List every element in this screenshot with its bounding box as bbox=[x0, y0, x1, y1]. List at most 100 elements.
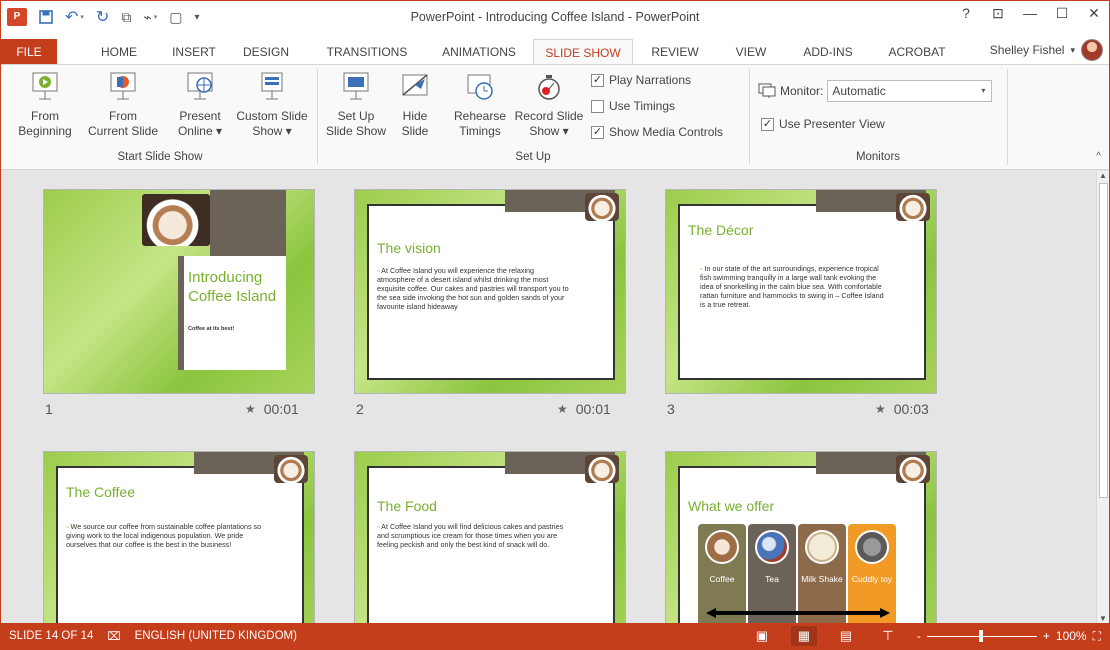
tab-acrobat[interactable]: ACROBAT bbox=[879, 39, 955, 65]
slide-thumbnail-2[interactable]: The vision ▫ At Coffee Island you will e… bbox=[354, 189, 626, 394]
present-online-icon bbox=[187, 72, 213, 100]
touch-mode-button[interactable]: ⌁ ▾ bbox=[143, 9, 157, 26]
new-button[interactable]: ▢ bbox=[169, 9, 182, 26]
present-from-start-button[interactable]: ⧉ bbox=[121, 9, 131, 26]
tab-add-ins[interactable]: ADD-INS bbox=[795, 39, 861, 65]
custom-show-label-2: Show ▾ bbox=[252, 124, 292, 138]
help-button[interactable]: ? bbox=[957, 5, 975, 22]
zoom-in-button[interactable]: + bbox=[1043, 629, 1050, 643]
customize-qat-button[interactable]: ▾ bbox=[195, 12, 200, 23]
use-presenter-view-checkbox[interactable]: ✓ Use Presenter View bbox=[761, 117, 885, 131]
new-document-icon: ▢ bbox=[169, 8, 183, 25]
hide-slide-icon bbox=[402, 74, 428, 96]
slide-2-title: The vision bbox=[377, 240, 441, 256]
zoom-level[interactable]: 100% bbox=[1056, 629, 1087, 643]
cuddly-toy-image bbox=[855, 530, 889, 564]
rehearse-timings-icon bbox=[467, 74, 493, 100]
from-current-label-1: From bbox=[109, 109, 137, 123]
scroll-up-icon[interactable]: ▲ bbox=[1099, 171, 1107, 180]
slide-number: 1 bbox=[45, 401, 53, 417]
use-presenter-view-label: Use Presenter View bbox=[779, 117, 885, 131]
user-account[interactable]: Shelley Fishel ▾ bbox=[990, 39, 1103, 61]
monitor-row: Monitor: Automatic ▾ bbox=[758, 80, 993, 102]
vertical-scrollbar[interactable]: ▲ ▼ bbox=[1096, 171, 1109, 623]
normal-view-button[interactable]: ▣ bbox=[749, 626, 775, 646]
tab-view[interactable]: VIEW bbox=[729, 39, 773, 65]
maximize-button[interactable]: ☐ bbox=[1053, 5, 1071, 22]
monitor-select[interactable]: Automatic ▾ bbox=[827, 80, 993, 102]
from-current-slide-button[interactable]: From Current Slide bbox=[83, 71, 163, 139]
tab-insert[interactable]: INSERT bbox=[161, 39, 227, 65]
zoom-slider-thumb[interactable] bbox=[978, 629, 983, 642]
set-up-label-1: Set Up bbox=[337, 109, 375, 123]
record-label-2: Show ▾ bbox=[529, 124, 569, 138]
avatar bbox=[1081, 39, 1103, 61]
scrollbar-thumb[interactable] bbox=[1099, 183, 1108, 498]
slide-thumbnail-5[interactable]: The Food ▫ At Coffee Island you will fin… bbox=[354, 451, 626, 623]
slide-5-body-text: At Coffee Island you will find delicious… bbox=[377, 522, 564, 549]
fit-to-window-icon[interactable]: ⛶ bbox=[1093, 629, 1101, 644]
title-bar: P ↶ ▾ ↻ ⧉ ⌁ ▾ ▢ ▾ PowerPoint - Introducing… bbox=[1, 1, 1109, 35]
coffee-cup-image bbox=[896, 193, 930, 221]
slide-thumbnail-1[interactable]: Introducing Coffee Island Coffee at its … bbox=[43, 189, 315, 394]
close-button[interactable]: ✕ bbox=[1085, 5, 1103, 22]
record-slide-show-button[interactable]: Record Slide Show ▾ bbox=[511, 71, 587, 139]
reading-view-button[interactable]: ▤ bbox=[833, 626, 859, 646]
slide-show-view-button[interactable]: ⊤ bbox=[875, 626, 901, 646]
slide-thumbnail-6[interactable]: What we offer Coffee Tea Milk Shake Cudd… bbox=[665, 451, 937, 623]
from-beginning-button[interactable]: From Beginning bbox=[7, 71, 83, 139]
ribbon: From Beginning From Current Slide Presen… bbox=[1, 64, 1109, 170]
show-media-controls-checkbox[interactable]: ✓ Show Media Controls bbox=[591, 125, 723, 139]
set-up-slide-show-button[interactable]: Set Up Slide Show bbox=[321, 71, 391, 139]
scroll-down-icon[interactable]: ▼ bbox=[1099, 614, 1107, 623]
zoom-out-button[interactable]: - bbox=[917, 629, 921, 643]
slide-thumbnail-4[interactable]: The Coffee ▫ We source our coffee from s… bbox=[43, 451, 315, 623]
group-separator bbox=[317, 69, 318, 165]
play-narrations-checkbox[interactable]: ✓ Play Narrations bbox=[591, 73, 691, 87]
use-timings-checkbox[interactable]: Use Timings bbox=[591, 99, 675, 113]
coffee-cup-image bbox=[585, 455, 619, 483]
tab-file[interactable]: FILE bbox=[1, 39, 57, 65]
slide-counter[interactable]: SLIDE 14 OF 14 bbox=[9, 630, 93, 642]
custom-slide-show-button[interactable]: Custom Slide Show ▾ bbox=[231, 71, 313, 139]
customize-icon: ▾ bbox=[194, 11, 200, 23]
status-left: SLIDE 14 OF 14 ⌧ ENGLISH (UNITED KINGDOM… bbox=[9, 629, 297, 643]
window-controls: ? ⊡ — ☐ ✕ bbox=[957, 5, 1103, 22]
rehearse-timings-button[interactable]: Rehearse Timings bbox=[447, 71, 513, 139]
language-indicator[interactable]: ENGLISH (UNITED KINGDOM) bbox=[135, 630, 297, 642]
slide-time-value: 00:01 bbox=[575, 401, 611, 417]
tab-transitions[interactable]: TRANSITIONS bbox=[315, 39, 419, 65]
slide-4-body-text: We source our coffee from sustainable co… bbox=[66, 522, 262, 549]
tab-home[interactable]: HOME bbox=[87, 39, 151, 65]
slide-thumbnail-3[interactable]: The Décor ▫ In our state of the art surr… bbox=[665, 189, 937, 394]
redo-button[interactable]: ↻ bbox=[96, 7, 109, 27]
start-slide-show-group-label: Start Slide Show bbox=[117, 151, 203, 163]
undo-icon: ↶ bbox=[65, 9, 79, 26]
tab-design[interactable]: DESIGN bbox=[233, 39, 299, 65]
record-slide-show-icon bbox=[538, 75, 560, 100]
tab-slide-show[interactable]: SLIDE SHOW bbox=[533, 39, 633, 66]
user-name: Shelley Fishel bbox=[989, 43, 1065, 57]
undo-button[interactable]: ↶ ▾ bbox=[65, 7, 84, 27]
ribbon-display-button[interactable]: ⊡ bbox=[989, 5, 1007, 22]
minimize-button[interactable]: — bbox=[1021, 5, 1039, 22]
slide-sorter-view-button[interactable]: ▦ bbox=[790, 626, 817, 646]
tab-review[interactable]: REVIEW bbox=[641, 39, 709, 65]
reading-view-icon: ▤ bbox=[839, 628, 853, 643]
coffee-cup-image bbox=[896, 455, 930, 483]
collapse-ribbon-button[interactable]: ^ bbox=[1096, 151, 1101, 162]
undo-dropdown-icon[interactable]: ▾ bbox=[80, 13, 84, 21]
present-online-button[interactable]: Present Online ▾ bbox=[167, 71, 233, 139]
zoom-slider[interactable] bbox=[926, 629, 1037, 642]
group-separator bbox=[1007, 69, 1008, 165]
use-presenter-view-check: ✓ bbox=[761, 117, 774, 131]
ribbon-tabs: FILE HOME INSERT DESIGN TRANSITIONS ANIM… bbox=[1, 35, 1109, 66]
title-slide-brown-block bbox=[210, 190, 286, 256]
hide-slide-button[interactable]: Hide Slide bbox=[393, 71, 437, 139]
touch-dropdown-icon[interactable]: ▾ bbox=[154, 13, 158, 21]
tab-animations[interactable]: ANIMATIONS bbox=[431, 39, 527, 65]
present-online-label-2: Online ▾ bbox=[177, 124, 223, 138]
milk-shake-image bbox=[805, 530, 839, 564]
spelling-check-icon[interactable]: ⌧ bbox=[107, 629, 120, 643]
save-button[interactable] bbox=[39, 10, 53, 24]
